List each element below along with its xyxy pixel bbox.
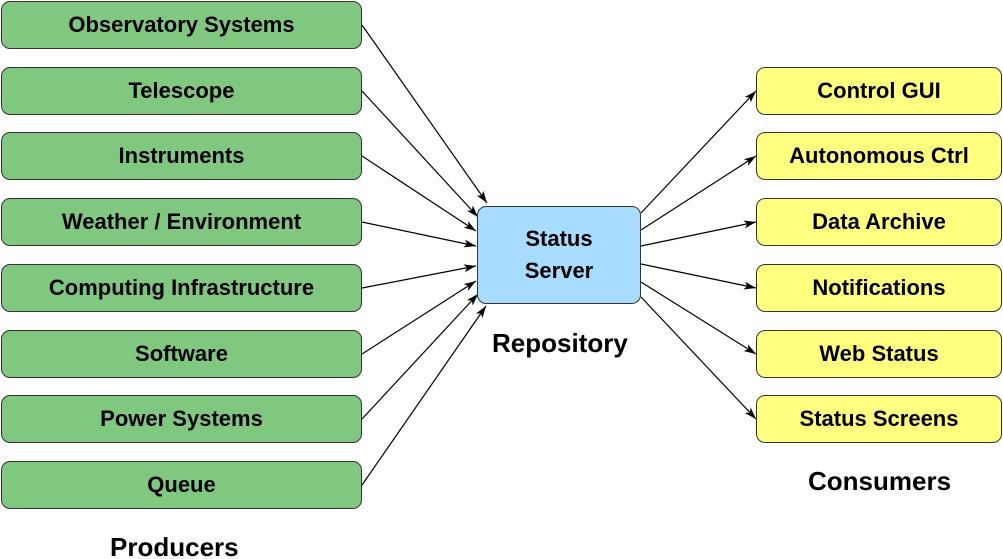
consumer-label: Data Archive: [812, 209, 946, 234]
producer-weather-environment: Weather / Environment: [1, 198, 362, 246]
arrow-instruments-to-server: [361, 155, 477, 232]
consumer-control-gui: Control GUI: [756, 67, 1002, 115]
producer-observatory-systems: Observatory Systems: [1, 1, 362, 49]
arrow-server-to-web-status: [640, 281, 757, 355]
consumer-label: Notifications: [812, 275, 946, 300]
status-server-diagram: Observatory Systems Telescope Instruments W…: [0, 0, 1003, 559]
consumer-autonomous-ctrl: Autonomous Ctrl: [756, 132, 1002, 180]
producer-computing-infrastructure: Computing Infrastructure: [1, 264, 362, 312]
arrow-weather-environment-to-server: [361, 221, 477, 248]
producer-power-systems: Power Systems: [1, 395, 362, 443]
repository-label: Repository: [492, 328, 628, 358]
consumer-status-screens: Status Screens: [756, 395, 1002, 443]
producer-label: Telescope: [128, 78, 235, 103]
producer-label: Observatory Systems: [68, 12, 295, 37]
producer-instruments: Instruments: [1, 132, 362, 180]
producer-label: Weather / Environment: [61, 209, 302, 234]
arrow-server-to-autonomous-ctrl: [640, 155, 757, 231]
consumer-label: Web Status: [819, 341, 939, 366]
arrow-telescope-to-server: [361, 90, 479, 218]
producers-label: Producers: [110, 532, 239, 559]
consumer-label: Control GUI: [817, 78, 941, 103]
consumer-label: Autonomous Ctrl: [789, 143, 969, 168]
arrow-server-to-status-screens: [640, 296, 757, 420]
arrow-server-to-control-gui: [640, 90, 757, 214]
arrow-software-to-server: [361, 280, 477, 355]
producer-telescope: Telescope: [1, 67, 362, 115]
producer-label: Queue: [147, 472, 216, 497]
arrow-server-to-notifications: [640, 263, 757, 290]
producer-queue: Queue: [1, 461, 362, 509]
arrow-server-to-data-archive: [640, 220, 757, 247]
consumer-label: Status Screens: [799, 406, 959, 431]
status-server-label: Status Server: [524, 226, 594, 283]
consumer-data-archive: Data Archive: [756, 198, 1002, 246]
producer-label: Computing Infrastructure: [48, 275, 315, 300]
consumer-notifications: Notifications: [756, 264, 1002, 312]
producer-software: Software: [1, 330, 362, 378]
arrow-queue-to-server: [361, 305, 487, 486]
status-server-node: Status Server: [477, 206, 641, 304]
consumer-web-status: Web Status: [756, 330, 1002, 378]
producer-label: Instruments: [118, 143, 245, 168]
arrow-observatory-systems-to-server: [361, 24, 488, 204]
producer-label: Software: [135, 341, 228, 366]
consumers-label: Consumers: [808, 466, 952, 496]
arrow-computing-infrastructure-to-server: [361, 264, 477, 289]
producer-label: Power Systems: [100, 406, 263, 431]
